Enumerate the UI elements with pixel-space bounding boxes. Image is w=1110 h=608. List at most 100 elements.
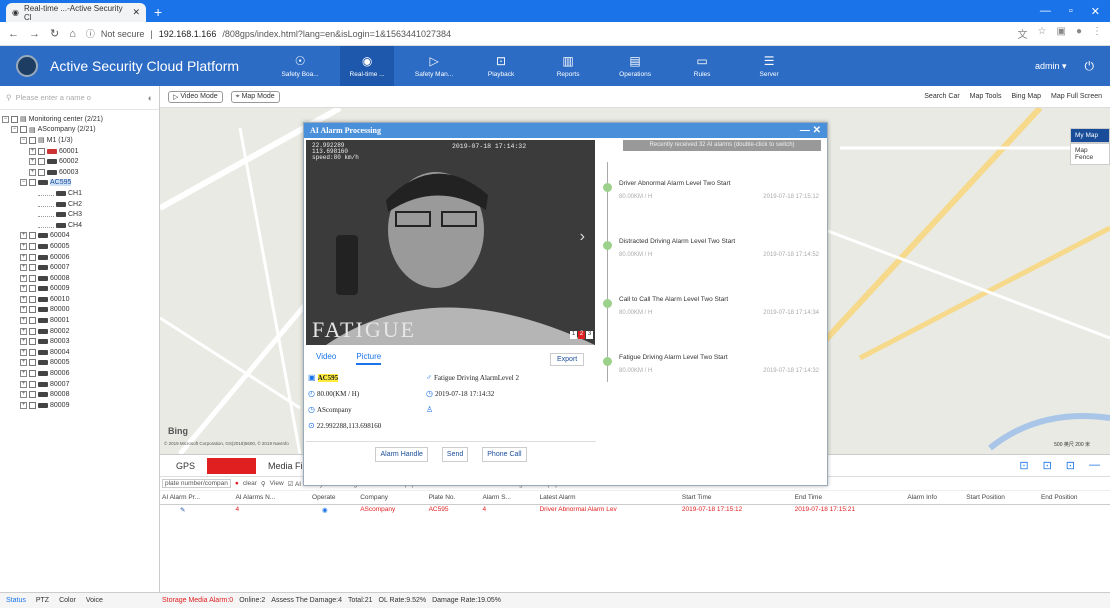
tree-node[interactable]: +80005 bbox=[2, 358, 157, 369]
column-header[interactable]: Alarm Info bbox=[905, 491, 965, 505]
tree-node[interactable]: +60006 bbox=[2, 252, 157, 263]
power-icon[interactable]: ⏻ bbox=[1085, 59, 1095, 74]
checkbox[interactable] bbox=[20, 126, 27, 134]
tree-node[interactable]: CH1 bbox=[2, 188, 157, 199]
map-tool-2[interactable]: Bing Map bbox=[1011, 93, 1041, 100]
expand-icon[interactable]: + bbox=[29, 147, 36, 155]
expand-icon[interactable]: + bbox=[20, 359, 27, 367]
nav-item-4[interactable]: ▥ Reports bbox=[541, 54, 595, 78]
column-header[interactable]: Start Position bbox=[964, 491, 1039, 505]
expand-icon[interactable]: + bbox=[20, 264, 27, 272]
filter-icon[interactable]: ◐ bbox=[148, 93, 153, 103]
forward-icon[interactable]: → bbox=[29, 28, 40, 40]
alarm-handle-button[interactable]: Alarm Handle bbox=[375, 447, 428, 462]
tree-node[interactable]: +60002 bbox=[2, 156, 157, 167]
close-tab-icon[interactable]: ✕ bbox=[132, 7, 140, 18]
nav-item-1[interactable]: ◉ Real-time ... bbox=[340, 46, 395, 86]
expand-icon[interactable]: + bbox=[20, 370, 27, 378]
tab-alarm-info[interactable]: Alarm Info bbox=[207, 457, 257, 474]
tree-node[interactable]: +80007 bbox=[2, 379, 157, 390]
expand-icon[interactable]: + bbox=[20, 295, 27, 303]
menu-icon[interactable]: ⋮ bbox=[1092, 26, 1102, 41]
column-header[interactable]: End Time bbox=[792, 491, 906, 505]
checkbox[interactable] bbox=[38, 168, 45, 176]
tree-node[interactable]: +60010 bbox=[2, 294, 157, 305]
reload-icon[interactable]: ↻ bbox=[50, 27, 59, 40]
column-header[interactable]: End Position bbox=[1038, 491, 1110, 505]
checkbox[interactable] bbox=[29, 295, 36, 303]
tree-node[interactable]: +60009 bbox=[2, 284, 157, 295]
expand-icon[interactable]: + bbox=[20, 285, 27, 293]
sidebar-tab-0[interactable]: Status bbox=[6, 597, 26, 604]
tree-node[interactable]: +60007 bbox=[2, 262, 157, 273]
layer-my-map[interactable]: My Map bbox=[1070, 128, 1110, 143]
tab-video[interactable]: Video bbox=[316, 352, 336, 365]
expand-icon[interactable]: + bbox=[20, 253, 27, 261]
minimize-icon[interactable]: — bbox=[1040, 5, 1051, 18]
browser-tab[interactable]: ◉ Real-time ...-Active Security Cl ✕ bbox=[6, 3, 146, 22]
tree-node[interactable]: − ▤ AScompany (2/21) bbox=[2, 125, 157, 136]
tree-node[interactable]: +60005 bbox=[2, 241, 157, 252]
map-tool-3[interactable]: Map Full Screen bbox=[1051, 93, 1102, 100]
expand-icon[interactable]: − bbox=[20, 136, 27, 144]
lock-icon[interactable]: ⊡ bbox=[1019, 459, 1028, 472]
expand-icon[interactable]: + bbox=[20, 380, 27, 388]
tree-node[interactable]: +80004 bbox=[2, 347, 157, 358]
checkbox[interactable] bbox=[29, 242, 36, 250]
filter-input[interactable]: plate number/compan bbox=[162, 479, 231, 488]
sidebar-tab-2[interactable]: Color bbox=[59, 597, 76, 604]
tree-node[interactable]: +60003 bbox=[2, 167, 157, 178]
tree-node[interactable]: − ▤ M1 (1/3) bbox=[2, 135, 157, 146]
home-icon[interactable]: ⌂ bbox=[69, 28, 76, 40]
lock-icon-3[interactable]: ⊡ bbox=[1066, 459, 1075, 472]
checkbox[interactable] bbox=[29, 274, 36, 282]
translate-icon[interactable]: 文 bbox=[1018, 26, 1028, 41]
view-button[interactable]: View bbox=[270, 480, 284, 487]
bookmark-star-icon[interactable]: ☆ bbox=[1038, 26, 1047, 41]
expand-icon[interactable]: + bbox=[20, 401, 27, 409]
checkbox[interactable] bbox=[29, 317, 36, 325]
nav-item-2[interactable]: ▷ Safety Man... bbox=[407, 54, 461, 78]
tree-node[interactable]: +60001 bbox=[2, 146, 157, 157]
expand-icon[interactable]: + bbox=[29, 168, 36, 176]
back-icon[interactable]: ← bbox=[8, 28, 19, 40]
nav-item-6[interactable]: ▭ Rules bbox=[675, 54, 729, 78]
table-row[interactable]: ✎ 4 ◉ AScompany AC595 4 Driver Abnormal … bbox=[160, 504, 1110, 515]
tree-node[interactable]: − AC595 bbox=[2, 178, 157, 189]
extension-icon[interactable]: ▣ bbox=[1057, 26, 1066, 41]
checkbox[interactable] bbox=[29, 348, 36, 356]
checkbox[interactable] bbox=[29, 338, 36, 346]
checkbox[interactable] bbox=[29, 370, 36, 378]
column-header[interactable]: Latest Alarm bbox=[537, 491, 680, 505]
profile-icon[interactable]: ● bbox=[1076, 26, 1082, 41]
new-tab-icon[interactable]: + bbox=[154, 3, 162, 22]
close-window-icon[interactable]: ✕ bbox=[1091, 5, 1100, 18]
layer-map-fence[interactable]: Map Fence bbox=[1070, 143, 1110, 165]
tab-gps[interactable]: GPS bbox=[176, 461, 195, 471]
page-3[interactable]: 3 bbox=[586, 331, 593, 339]
lock-icon-2[interactable]: ⊡ bbox=[1043, 459, 1052, 472]
checkbox[interactable] bbox=[29, 401, 36, 409]
eye-icon[interactable]: ◉ bbox=[310, 504, 358, 515]
phone-call-button[interactable]: Phone Call bbox=[482, 447, 527, 462]
map-mode-button[interactable]: ⌖ Map Mode bbox=[230, 90, 280, 103]
column-header[interactable]: Company bbox=[358, 491, 427, 505]
checkbox[interactable] bbox=[29, 306, 36, 314]
tree-node[interactable]: +80002 bbox=[2, 326, 157, 337]
expand-icon[interactable]: − bbox=[20, 179, 27, 187]
minimize-panel-icon[interactable]: — bbox=[1089, 459, 1100, 472]
checkbox[interactable] bbox=[29, 253, 36, 261]
checkbox[interactable] bbox=[38, 158, 45, 166]
column-header[interactable]: Alarm S... bbox=[480, 491, 538, 505]
expand-icon[interactable]: + bbox=[29, 158, 36, 166]
page-1[interactable]: 1 bbox=[570, 331, 577, 339]
column-header[interactable]: AI Alarms N... bbox=[233, 491, 311, 505]
tree-node[interactable]: +60008 bbox=[2, 273, 157, 284]
nav-item-3[interactable]: ⊡ Playback bbox=[474, 54, 528, 78]
export-button[interactable]: Export bbox=[550, 353, 585, 366]
checkbox[interactable] bbox=[29, 232, 36, 240]
user-menu[interactable]: admin ▾ bbox=[1035, 61, 1067, 72]
tree-node[interactable]: CH2 bbox=[2, 199, 157, 210]
checkbox[interactable] bbox=[11, 115, 18, 123]
send-button[interactable]: Send bbox=[441, 447, 469, 462]
